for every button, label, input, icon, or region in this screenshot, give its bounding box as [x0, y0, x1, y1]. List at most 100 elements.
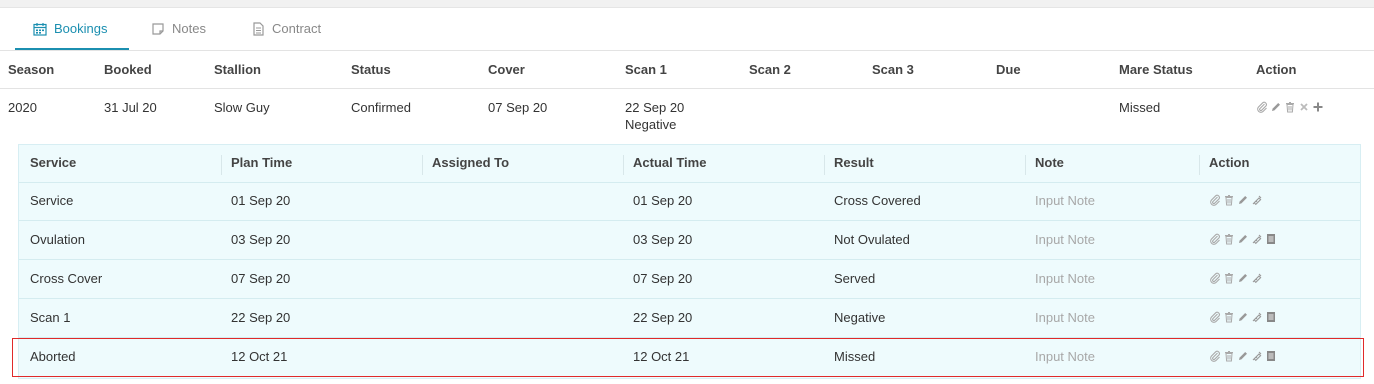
- column-header-scan3: Scan 3: [872, 62, 914, 77]
- plan-time-cell: 22 Sep 20: [231, 310, 291, 325]
- edit-icon[interactable]: [1270, 101, 1282, 113]
- service-cell: Ovulation: [30, 232, 85, 247]
- booked-cell: 31 Jul 20: [104, 100, 157, 115]
- result-cell: Cross Covered: [834, 193, 921, 208]
- report-icon[interactable]: [1265, 233, 1277, 245]
- calendar-icon: [33, 22, 47, 36]
- actual-time-cell: 12 Oct 21: [633, 349, 690, 364]
- result-cell: Missed: [834, 349, 876, 364]
- syringe-icon[interactable]: [1251, 311, 1263, 323]
- note-input[interactable]: Input Note: [1035, 193, 1095, 208]
- add-icon[interactable]: [1312, 101, 1324, 113]
- attach-icon[interactable]: [1209, 272, 1221, 284]
- delete-icon[interactable]: [1223, 272, 1235, 284]
- actual-time-cell: 01 Sep 20: [633, 193, 693, 208]
- actual-time-cell: 03 Sep 20: [633, 232, 693, 247]
- scan1-cell: 22 Sep 20: [625, 100, 685, 115]
- note-input[interactable]: Input Note: [1035, 271, 1095, 286]
- row-actions: [1209, 272, 1263, 284]
- close-icon[interactable]: [1298, 101, 1310, 113]
- column-header-plan-time: Plan Time: [231, 155, 293, 170]
- tab-contract-label: Contract: [272, 21, 322, 36]
- report-icon[interactable]: [1265, 350, 1277, 362]
- attach-icon[interactable]: [1209, 233, 1221, 245]
- column-header-due: Due: [996, 62, 1021, 77]
- syringe-icon[interactable]: [1251, 350, 1263, 362]
- column-header-action: Action: [1256, 62, 1297, 77]
- table-row: Service 01 Sep 20 01 Sep 20 Cross Covere…: [19, 182, 1360, 221]
- column-divider: [221, 155, 222, 175]
- service-cell: Cross Cover: [30, 271, 103, 286]
- plan-time-cell: 03 Sep 20: [231, 232, 291, 247]
- plan-time-cell: 01 Sep 20: [231, 193, 291, 208]
- attach-icon[interactable]: [1256, 101, 1268, 113]
- column-header-scan1: Scan 1: [625, 62, 667, 77]
- cover-cell: 07 Sep 20: [488, 100, 548, 115]
- edit-icon[interactable]: [1237, 233, 1249, 245]
- report-icon[interactable]: [1265, 311, 1277, 323]
- note-input[interactable]: Input Note: [1035, 310, 1095, 325]
- column-header-service-action: Action: [1209, 155, 1250, 170]
- table-row: Scan 1 22 Sep 20 22 Sep 20 Negative Inpu…: [19, 299, 1360, 338]
- service-cell: Aborted: [30, 349, 76, 364]
- scan1-result: Negative: [625, 117, 677, 132]
- column-divider: [824, 155, 825, 175]
- delete-icon[interactable]: [1223, 350, 1235, 362]
- column-header-scan2: Scan 2: [749, 62, 791, 77]
- bookings-table-header: Season Booked Stallion Status Cover Scan…: [0, 51, 1374, 89]
- column-header-status: Status: [351, 62, 391, 77]
- table-row: Ovulation 03 Sep 20 03 Sep 20 Not Ovulat…: [19, 221, 1360, 260]
- booking-actions: [1256, 101, 1324, 113]
- column-header-actual-time: Actual Time: [633, 155, 707, 170]
- delete-icon[interactable]: [1284, 101, 1296, 113]
- tab-contract[interactable]: Contract: [251, 8, 321, 49]
- service-cell: Scan 1: [30, 310, 71, 325]
- delete-icon[interactable]: [1223, 233, 1235, 245]
- row-actions: [1209, 311, 1277, 323]
- actual-time-cell: 07 Sep 20: [633, 271, 693, 286]
- column-header-stallion: Stallion: [214, 62, 261, 77]
- table-row: Cross Cover 07 Sep 20 07 Sep 20 Served I…: [19, 260, 1360, 299]
- column-header-result: Result: [834, 155, 874, 170]
- syringe-icon[interactable]: [1251, 272, 1263, 284]
- top-bar: [0, 0, 1374, 8]
- column-divider: [1025, 155, 1026, 175]
- column-divider: [623, 155, 624, 175]
- table-row: Aborted 12 Oct 21 12 Oct 21 Missed Input…: [19, 338, 1360, 376]
- column-header-assigned-to: Assigned To: [432, 155, 510, 170]
- service-cell: Service: [30, 193, 74, 208]
- note-input[interactable]: Input Note: [1035, 232, 1095, 247]
- attach-icon[interactable]: [1209, 350, 1221, 362]
- column-header-cover: Cover: [488, 62, 525, 77]
- column-divider: [422, 155, 423, 175]
- column-header-note: Note: [1035, 155, 1064, 170]
- syringe-icon[interactable]: [1251, 233, 1263, 245]
- service-table-header: Service Plan Time Assigned To Actual Tim…: [19, 145, 1360, 183]
- tab-notes-label: Notes: [172, 21, 206, 36]
- tab-bookings[interactable]: Bookings: [14, 8, 131, 50]
- edit-icon[interactable]: [1237, 311, 1249, 323]
- service-subtable: Service Plan Time Assigned To Actual Tim…: [18, 144, 1361, 379]
- attach-icon[interactable]: [1209, 194, 1221, 206]
- column-header-season: Season: [8, 62, 55, 77]
- season-cell: 2020: [8, 100, 37, 115]
- tab-bar: Bookings Notes Contract: [0, 8, 1374, 51]
- tab-notes[interactable]: Notes: [151, 8, 206, 49]
- syringe-icon[interactable]: [1251, 194, 1263, 206]
- tab-bookings-label: Bookings: [54, 21, 108, 36]
- attach-icon[interactable]: [1209, 311, 1221, 323]
- row-actions: [1209, 350, 1277, 362]
- stallion-link[interactable]: Slow Guy: [214, 100, 270, 115]
- delete-icon[interactable]: [1223, 194, 1235, 206]
- edit-icon[interactable]: [1237, 272, 1249, 284]
- edit-icon[interactable]: [1237, 194, 1249, 206]
- result-cell: Served: [834, 271, 876, 286]
- edit-icon[interactable]: [1237, 350, 1249, 362]
- result-cell: Not Ovulated: [834, 232, 910, 247]
- result-cell: Negative: [834, 310, 886, 325]
- booking-row: 2020 31 Jul 20 Slow Guy Confirmed 07 Sep…: [0, 89, 1374, 144]
- row-actions: [1209, 233, 1277, 245]
- note-input[interactable]: Input Note: [1035, 349, 1095, 364]
- delete-icon[interactable]: [1223, 311, 1235, 323]
- plan-time-cell: 12 Oct 21: [231, 349, 288, 364]
